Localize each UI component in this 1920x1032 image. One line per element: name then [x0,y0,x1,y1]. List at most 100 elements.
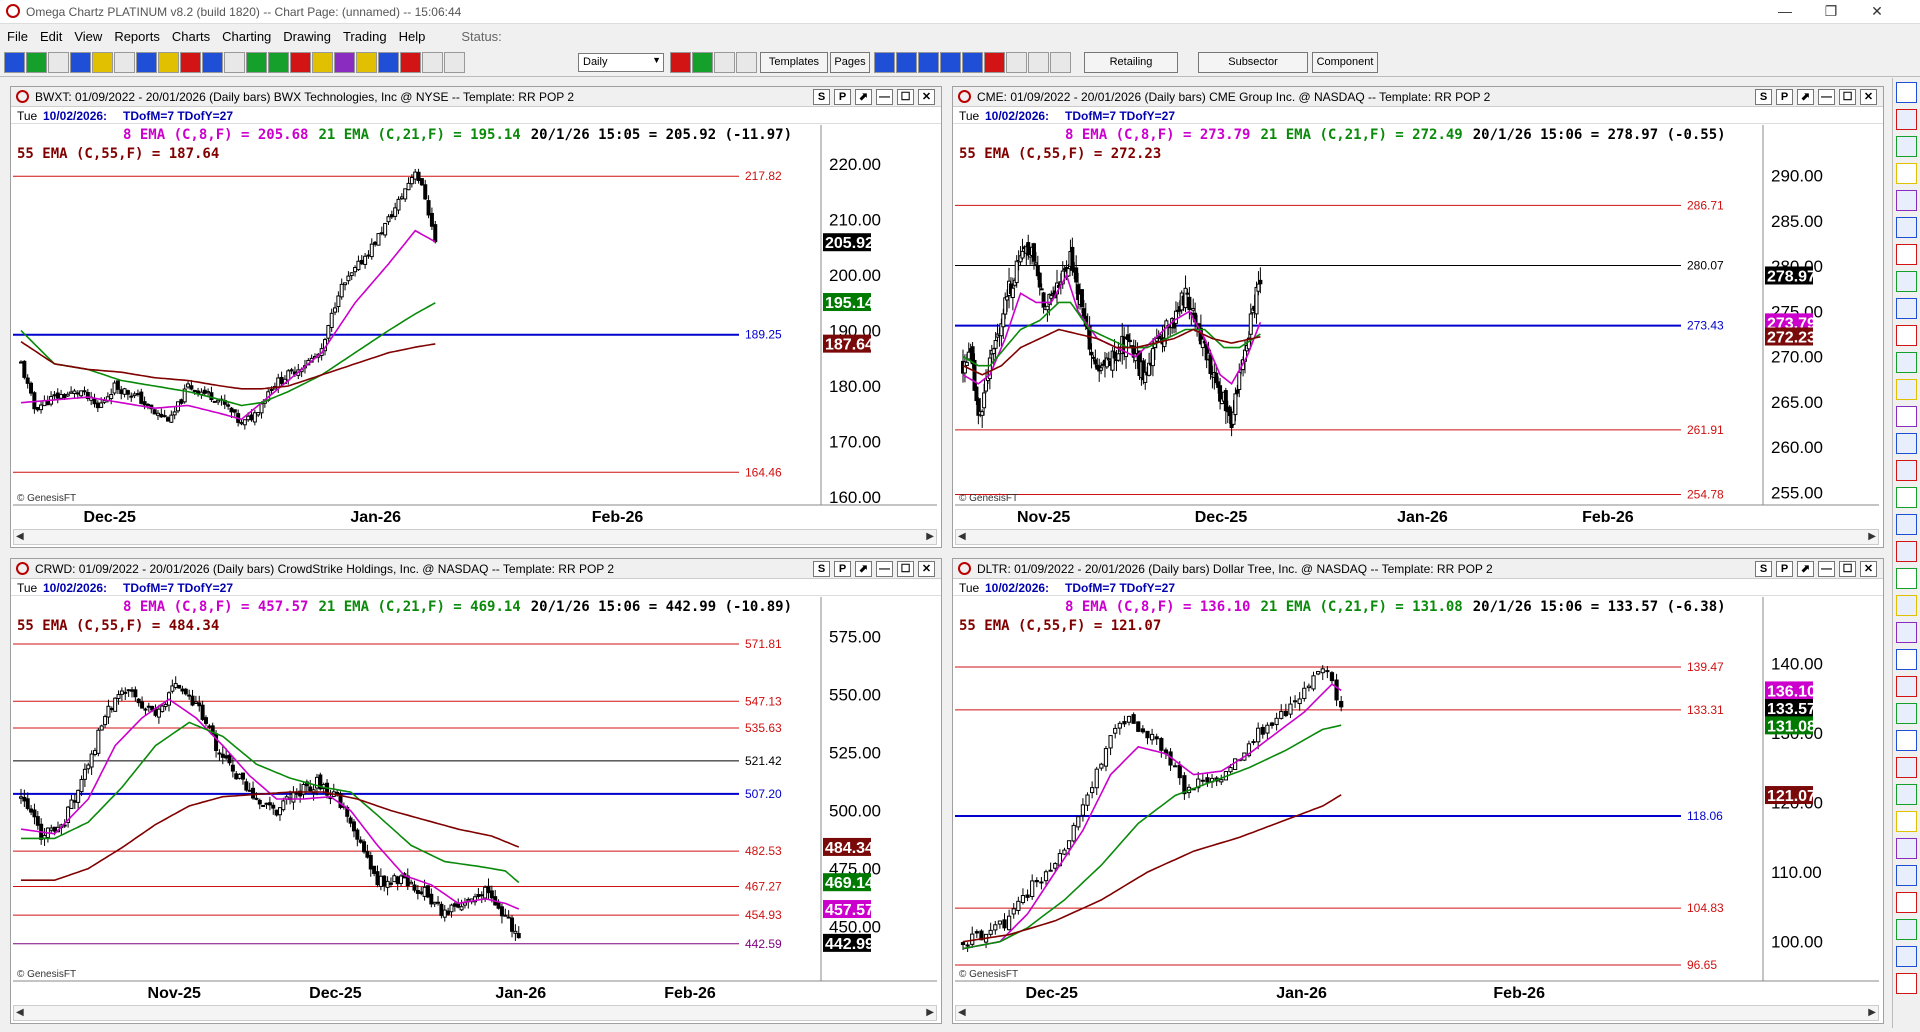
toolbar-icon[interactable] [180,52,201,73]
minimize-button[interactable]: — [1762,0,1808,24]
setup-button[interactable]: S [1755,561,1772,577]
price-chart[interactable]: 286.71 280.07 273.43 261.91 254.78 290.00 285.… [955,125,1879,527]
toolbar-icon[interactable] [26,52,47,73]
drawing-tool-icon[interactable] [1896,244,1917,265]
drawing-tool-icon[interactable] [1896,406,1917,427]
close-pane-button[interactable]: ✕ [1860,89,1877,105]
toolbar-icon[interactable] [202,52,223,73]
toolbar-icon[interactable] [158,52,179,73]
print-button[interactable]: P [1776,561,1793,577]
toolbar-icon[interactable] [378,52,399,73]
minimize-pane-button[interactable]: — [876,89,893,105]
toolbar-icon[interactable] [92,52,113,73]
scroll-left-arrow-icon[interactable]: ◀ [16,1007,24,1018]
toolbar-icon[interactable] [356,52,377,73]
toolbar-icon[interactable] [246,52,267,73]
toolbar-icon[interactable] [224,52,245,73]
drawing-tool-icon[interactable] [1896,892,1917,913]
toolbar-icon[interactable] [1050,52,1071,73]
drawing-tool-icon[interactable] [1896,163,1917,184]
pages-button[interactable]: Pages [830,52,870,73]
drawing-tool-icon[interactable] [1896,352,1917,373]
horizontal-scrollbar[interactable]: ◀ ▶ [13,529,937,545]
drawing-tool-icon[interactable] [1896,379,1917,400]
setup-button[interactable]: S [1755,89,1772,105]
popout-button[interactable]: ⬈ [855,89,872,105]
toolbar-icon[interactable] [1028,52,1049,73]
close-button[interactable]: ✕ [1854,0,1900,24]
menu-charting[interactable]: Charting [215,25,276,44]
toolbar-icon[interactable] [400,52,421,73]
menu-file[interactable]: File [0,25,33,44]
maximize-pane-button[interactable]: ☐ [1839,561,1856,577]
price-chart[interactable]: 571.81 547.13 535.63 521.42 507.20 482.53 467.… [13,597,937,1003]
minimize-pane-button[interactable]: — [1818,89,1835,105]
restore-button[interactable]: ❐ [1808,0,1854,24]
popout-button[interactable]: ⬈ [855,561,872,577]
toolbar-icon[interactable] [70,52,91,73]
drawing-tool-icon[interactable] [1896,82,1917,103]
drawing-tool-icon[interactable] [1896,811,1917,832]
drawing-tool-icon[interactable] [1896,460,1917,481]
drawing-tool-icon[interactable] [1896,298,1917,319]
retailing-button[interactable]: Retailing [1084,52,1178,73]
maximize-pane-button[interactable]: ☐ [897,561,914,577]
drawing-tool-icon[interactable] [1896,487,1917,508]
scroll-left-arrow-icon[interactable]: ◀ [958,1007,966,1018]
toolbar-icon[interactable] [334,52,355,73]
component-button[interactable]: Component [1312,52,1378,73]
minimize-pane-button[interactable]: — [876,561,893,577]
toolbar-icon[interactable] [984,52,1005,73]
chart-pane-bwxt[interactable]: BWXT: 01/09/2022 - 20/01/2026 (Daily bar… [10,86,942,548]
drawing-tool-icon[interactable] [1896,325,1917,346]
drawing-tool-icon[interactable] [1896,784,1917,805]
toolbar-icon[interactable] [940,52,961,73]
subsector-button[interactable]: Subsector [1198,52,1308,73]
templates-button[interactable]: Templates [760,52,828,73]
toolbar-icon[interactable] [918,52,939,73]
print-button[interactable]: P [834,89,851,105]
toolbar-icon[interactable] [736,52,757,73]
drawing-tool-icon[interactable] [1896,514,1917,535]
toolbar-icon[interactable] [290,52,311,73]
drawing-tool-icon[interactable] [1896,703,1917,724]
scroll-left-arrow-icon[interactable]: ◀ [16,531,24,542]
toolbar-icon[interactable] [962,52,983,73]
menu-view[interactable]: View [67,25,107,44]
drawing-tool-icon[interactable] [1896,217,1917,238]
drawing-tool-icon[interactable] [1896,433,1917,454]
horizontal-scrollbar[interactable]: ◀ ▶ [955,529,1879,545]
interval-select[interactable]: Daily ▼ [578,53,664,72]
price-chart[interactable]: 217.82189.25164.46220.00210.00200.00190.… [13,125,937,527]
toolbar-icon[interactable] [444,52,465,73]
toolbar-icon[interactable] [114,52,135,73]
menu-edit[interactable]: Edit [33,25,67,44]
toolbar-icon[interactable] [692,52,713,73]
chart-pane-crwd[interactable]: CRWD: 01/09/2022 - 20/01/2026 (Daily bar… [10,558,942,1024]
drawing-tool-icon[interactable] [1896,109,1917,130]
drawing-tool-icon[interactable] [1896,136,1917,157]
toolbar-icon[interactable] [4,52,25,73]
drawing-tool-icon[interactable] [1896,973,1917,994]
drawing-tool-icon[interactable] [1896,838,1917,859]
toolbar-icon[interactable] [312,52,333,73]
print-button[interactable]: P [1776,89,1793,105]
drawing-tool-icon[interactable] [1896,865,1917,886]
horizontal-scrollbar[interactable]: ◀ ▶ [955,1005,1879,1021]
drawing-tool-icon[interactable] [1896,595,1917,616]
setup-button[interactable]: S [813,89,830,105]
chart-pane-cme[interactable]: CME: 01/09/2022 - 20/01/2026 (Daily bars… [952,86,1884,548]
drawing-tool-icon[interactable] [1896,757,1917,778]
drawing-tool-icon[interactable] [1896,730,1917,751]
chart-pane-dltr[interactable]: DLTR: 01/09/2022 - 20/01/2026 (Daily bar… [952,558,1884,1024]
maximize-pane-button[interactable]: ☐ [1839,89,1856,105]
price-chart[interactable]: 139.47133.31118.06104.8396.65140.00130.0… [955,597,1879,1003]
scroll-right-arrow-icon[interactable]: ▶ [1868,531,1876,542]
toolbar-icon[interactable] [422,52,443,73]
drawing-tool-icon[interactable] [1896,919,1917,940]
toolbar-icon[interactable] [714,52,735,73]
horizontal-scrollbar[interactable]: ◀ ▶ [13,1005,937,1021]
drawing-tool-icon[interactable] [1896,271,1917,292]
maximize-pane-button[interactable]: ☐ [897,89,914,105]
drawing-tool-icon[interactable] [1896,568,1917,589]
